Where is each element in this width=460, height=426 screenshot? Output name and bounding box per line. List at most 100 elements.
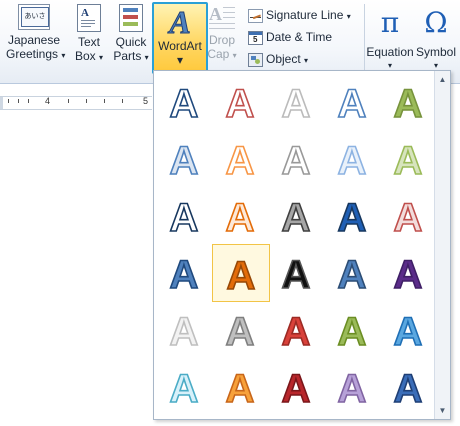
- wordart-style-tile[interactable]: A: [380, 130, 438, 188]
- wordart-style-tile[interactable]: A: [268, 73, 326, 131]
- scroll-down-icon[interactable]: ▼: [436, 403, 449, 418]
- wordart-icon: A: [154, 4, 206, 41]
- wordart-style-tile[interactable]: A: [380, 187, 438, 245]
- japanese-greetings-icon: あいさつ: [18, 4, 50, 30]
- wordart-style-tile[interactable]: A: [380, 358, 438, 416]
- wordart-style-preview: A: [337, 309, 367, 355]
- wordart-style-preview: A: [393, 138, 423, 184]
- drop-cap-label-line1: Drop: [208, 33, 235, 47]
- horizontal-ruler: 4 5: [0, 96, 152, 110]
- calendar-icon: 5: [248, 30, 263, 45]
- wordart-style-glyph: A: [282, 253, 311, 297]
- wordart-style-tile[interactable]: A: [380, 244, 438, 302]
- wordart-style-preview: A: [337, 366, 367, 412]
- gallery-scrollbar[interactable]: ▲ ▼: [434, 71, 450, 419]
- wordart-style-tile[interactable]: A: [324, 244, 382, 302]
- wordart-style-glyph: A: [170, 367, 199, 411]
- wordart-style-tile[interactable]: A: [212, 244, 270, 302]
- wordart-style-preview: A: [169, 195, 199, 241]
- text-box-button[interactable]: A Text Box ▾: [72, 4, 106, 65]
- symbol-button[interactable]: Ω Symbol ▾: [414, 4, 458, 73]
- wordart-style-preview: A: [337, 195, 367, 241]
- object-icon: [248, 52, 263, 67]
- wordart-style-tile[interactable]: A: [268, 301, 326, 359]
- drop-cap-button[interactable]: A Drop Cap ▾: [207, 4, 237, 63]
- wordart-style-tile[interactable]: A: [324, 358, 382, 416]
- signature-line-button[interactable]: Signature Line ▾: [248, 6, 351, 24]
- equation-button[interactable]: π Equation ▾: [366, 4, 414, 73]
- wordart-style-tile[interactable]: A: [324, 130, 382, 188]
- wordart-style-tile[interactable]: A: [268, 130, 326, 188]
- wordart-label: WordArt: [158, 39, 202, 53]
- wordart-style-preview: A: [281, 81, 311, 127]
- wordart-style-tile[interactable]: A: [156, 73, 214, 131]
- wordart-style-preview: A: [337, 138, 367, 184]
- wordart-style-glyph: A: [226, 367, 255, 411]
- pi-icon: π: [380, 6, 400, 39]
- wordart-style-tile[interactable]: A: [156, 187, 214, 245]
- wordart-style-tile[interactable]: A: [324, 187, 382, 245]
- wordart-style-tile[interactable]: A: [268, 187, 326, 245]
- quick-parts-label-line2: Parts: [113, 49, 142, 63]
- wordart-style-tile[interactable]: A: [156, 244, 214, 302]
- wordart-style-tile[interactable]: A: [268, 358, 326, 416]
- wordart-style-preview: A: [393, 366, 423, 412]
- wordart-style-glyph: A: [338, 253, 367, 297]
- drop-cap-label-line2: Cap: [207, 47, 230, 61]
- svg-text:A: A: [167, 5, 190, 37]
- ruler-mark: 4: [45, 96, 51, 106]
- ruler-indent-handle[interactable]: [0, 97, 3, 109]
- quick-parts-button[interactable]: Quick Parts ▾: [112, 4, 150, 65]
- wordart-style-preview: A: [225, 195, 255, 241]
- greeting-glyph: あいさつ: [21, 7, 49, 27]
- chevron-down-icon: ▾: [346, 12, 351, 21]
- wordart-style-glyph: A: [282, 82, 311, 126]
- wordart-style-preview: A: [337, 252, 367, 298]
- wordart-style-preview: A: [393, 309, 423, 355]
- wordart-style-glyph: A: [394, 82, 423, 126]
- text-box-label-line1: Text: [77, 35, 100, 49]
- wordart-style-preview: A: [393, 252, 423, 298]
- object-button[interactable]: Object ▾: [248, 50, 308, 68]
- wordart-style-tile[interactable]: A: [268, 244, 326, 302]
- japanese-label-line1: Japanese: [7, 33, 61, 47]
- scroll-up-icon[interactable]: ▲: [436, 72, 449, 87]
- wordart-style-glyph: A: [282, 367, 311, 411]
- group-separator: [364, 4, 365, 76]
- wordart-style-preview: A: [226, 253, 256, 299]
- wordart-style-preview: A: [281, 252, 311, 298]
- japanese-greetings-button[interactable]: あいさつ Japanese Greetings ▾: [6, 4, 65, 63]
- wordart-style-glyph: A: [170, 139, 199, 183]
- wordart-style-preview: A: [281, 195, 311, 241]
- wordart-style-tile[interactable]: A: [380, 73, 438, 131]
- omega-icon: Ω: [424, 6, 448, 39]
- wordart-style-glyph: A: [338, 367, 367, 411]
- wordart-style-tile[interactable]: A: [324, 73, 382, 131]
- wordart-style-tile[interactable]: A: [212, 358, 270, 416]
- wordart-style-tile[interactable]: A: [212, 187, 270, 245]
- wordart-style-preview: A: [169, 309, 199, 355]
- wordart-style-tile[interactable]: A: [212, 73, 270, 131]
- wordart-style-tile[interactable]: A: [212, 301, 270, 359]
- wordart-style-glyph: A: [338, 310, 367, 354]
- wordart-button[interactable]: A WordArt ▾: [152, 2, 208, 74]
- wordart-style-tile[interactable]: A: [380, 301, 438, 359]
- wordart-style-preview: A: [281, 309, 311, 355]
- wordart-style-glyph: A: [227, 254, 256, 298]
- wordart-style-preview: A: [393, 195, 423, 241]
- wordart-style-preview: A: [337, 81, 367, 127]
- chevron-down-icon: ▾: [304, 56, 309, 65]
- wordart-style-glyph: A: [170, 253, 199, 297]
- date-time-button[interactable]: 5 Date & Time: [248, 28, 332, 46]
- text-box-label-line2: Box: [74, 49, 96, 63]
- wordart-style-preview: A: [169, 366, 199, 412]
- object-label: Object: [266, 52, 301, 66]
- wordart-style-tile[interactable]: A: [156, 358, 214, 416]
- wordart-style-tile[interactable]: A: [156, 301, 214, 359]
- wordart-style-tile[interactable]: A: [156, 130, 214, 188]
- wordart-style-glyph: A: [226, 310, 255, 354]
- wordart-style-tile[interactable]: A: [324, 301, 382, 359]
- wordart-style-tile[interactable]: A: [212, 130, 270, 188]
- wordart-style-preview: A: [281, 138, 311, 184]
- wordart-style-glyph: A: [394, 367, 423, 411]
